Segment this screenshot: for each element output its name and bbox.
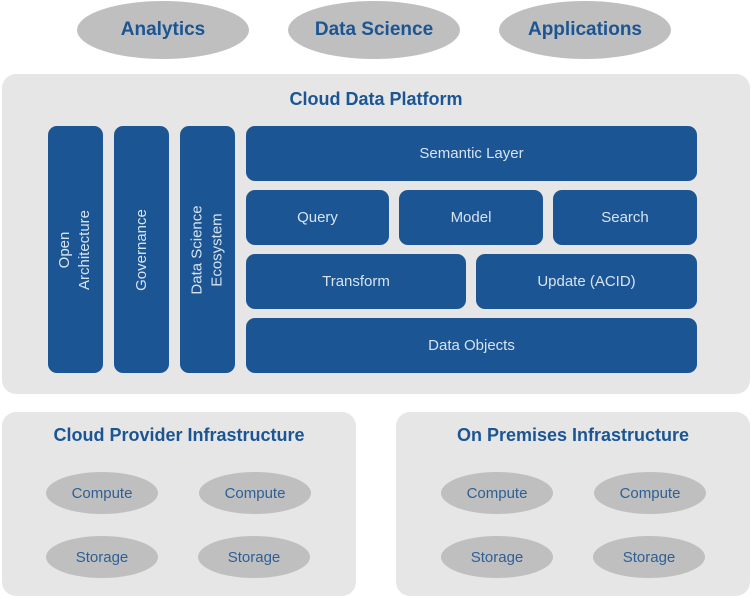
analytics-node: Analytics <box>77 1 249 59</box>
query-label: Query <box>297 209 338 226</box>
data-objects-label: Data Objects <box>428 337 515 354</box>
compute-label: Compute <box>224 484 286 502</box>
query-block: Query <box>246 190 389 245</box>
storage-node: Storage <box>441 536 553 578</box>
search-block: Search <box>553 190 697 245</box>
open-architecture-label: Open Architecture <box>56 209 94 290</box>
governance-label: Governance <box>132 208 150 291</box>
compute-label: Compute <box>466 484 528 502</box>
compute-node: Compute <box>594 472 706 514</box>
platform-title: Cloud Data Platform <box>289 89 463 109</box>
storage-node: Storage <box>198 536 310 578</box>
governance-block: Governance <box>114 126 169 373</box>
compute-label: Compute <box>71 484 133 502</box>
applications-label: Applications <box>527 19 642 40</box>
data-science-label: Data Science <box>314 19 434 40</box>
semantic-layer-block: Semantic Layer <box>246 126 697 181</box>
transform-block: Transform <box>246 254 466 309</box>
cloud-provider-infrastructure-panel: Cloud Provider Infrastructure Compute Co… <box>2 412 356 596</box>
storage-label: Storage <box>470 548 524 566</box>
update-acid-block: Update (ACID) <box>476 254 697 309</box>
on-premises-infrastructure-panel: On Premises Infrastructure Compute Compu… <box>396 412 750 596</box>
storage-node: Storage <box>46 536 158 578</box>
compute-node: Compute <box>199 472 311 514</box>
search-label: Search <box>601 209 649 226</box>
compute-node: Compute <box>46 472 158 514</box>
on-premises-title: On Premises Infrastructure <box>456 425 690 445</box>
cloud-data-platform-panel: Cloud Data Platform Open Architecture Go… <box>2 74 750 394</box>
data-science-node: Data Science <box>288 1 460 59</box>
data-science-ecosystem-label: Data Science Ecosystem <box>188 204 226 295</box>
cloud-provider-title: Cloud Provider Infrastructure <box>53 425 305 445</box>
update-acid-label: Update (ACID) <box>537 273 636 290</box>
semantic-layer-label: Semantic Layer <box>419 145 524 162</box>
storage-label: Storage <box>75 548 129 566</box>
storage-node: Storage <box>593 536 705 578</box>
data-objects-block: Data Objects <box>246 318 697 373</box>
open-architecture-block: Open Architecture <box>48 126 103 373</box>
data-science-ecosystem-block: Data Science Ecosystem <box>180 126 235 373</box>
model-label: Model <box>450 209 492 226</box>
compute-node: Compute <box>441 472 553 514</box>
model-block: Model <box>399 190 543 245</box>
applications-node: Applications <box>499 1 671 59</box>
compute-label: Compute <box>619 484 681 502</box>
transform-label: Transform <box>322 273 390 290</box>
analytics-label: Analytics <box>120 19 206 40</box>
storage-label: Storage <box>227 548 281 566</box>
storage-label: Storage <box>622 548 676 566</box>
